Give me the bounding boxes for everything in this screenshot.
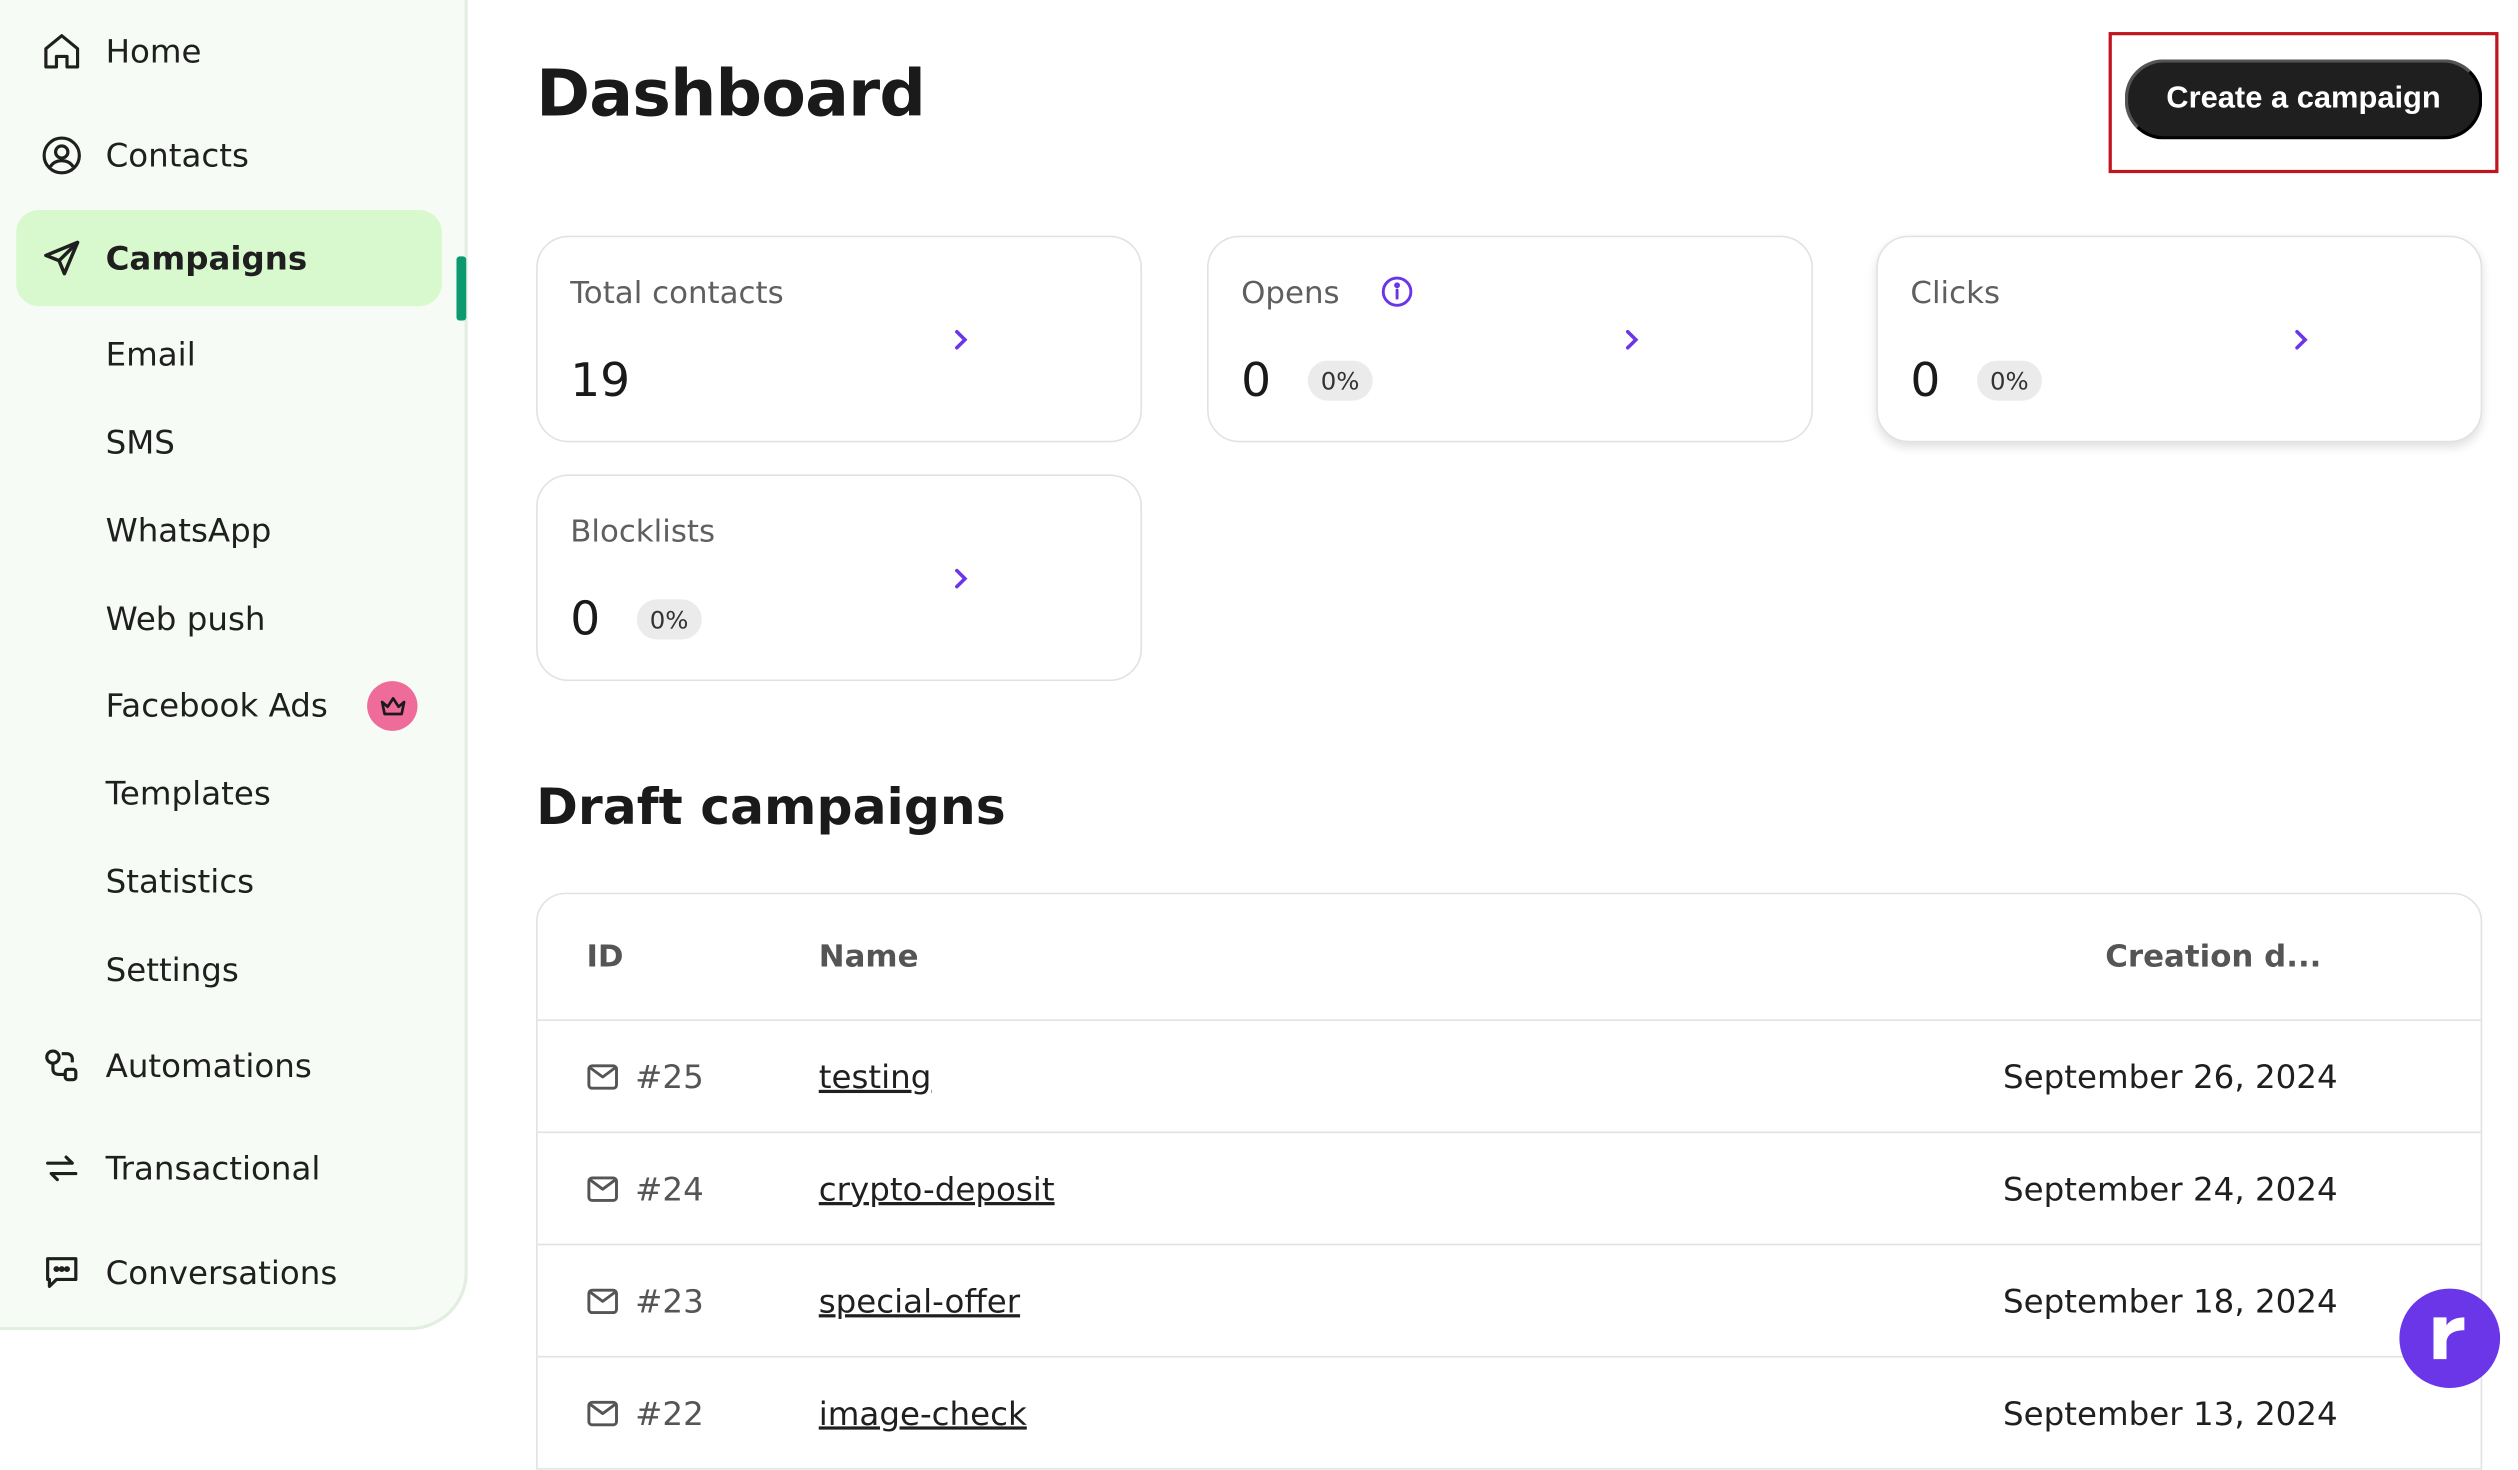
card-title: Blocklists xyxy=(570,514,716,550)
table-row: #25 testing September 26, 2024 xyxy=(537,1019,2481,1131)
create-campaign-button[interactable]: Create a campaign xyxy=(2124,59,2483,140)
sidebar-item-label: Campaigns xyxy=(105,238,308,278)
card-title: Clicks xyxy=(1910,275,2001,311)
sidebar-item-automations[interactable]: Automations xyxy=(16,1018,442,1114)
percent-badge: 0% xyxy=(636,599,702,640)
chat-logo-icon xyxy=(2433,1317,2465,1360)
column-header-creation-date[interactable]: Creation d... xyxy=(2105,939,2321,974)
column-header-name[interactable]: Name xyxy=(819,939,919,974)
home-icon xyxy=(39,29,84,74)
campaign-id: #22 xyxy=(635,1394,704,1433)
sidebar-subitem-web-push[interactable]: Web push xyxy=(106,595,266,643)
clicks-card[interactable]: Clicks 0 0% xyxy=(1876,235,2483,443)
campaign-id: #25 xyxy=(635,1057,704,1097)
table-row: #22 image-check September 13, 2024 xyxy=(537,1355,2481,1468)
conversations-icon xyxy=(39,1250,84,1295)
sidebar-item-transactional[interactable]: Transactional xyxy=(16,1120,442,1216)
blocklists-card[interactable]: Blocklists 0 0% xyxy=(536,474,1143,682)
percent-badge: 0% xyxy=(1307,360,1373,401)
chat-widget-button[interactable] xyxy=(2399,1288,2501,1388)
table-row: #24 crypto-deposit September 24, 2024 xyxy=(537,1131,2481,1244)
campaign-name-link[interactable]: special-offer xyxy=(819,1282,1020,1320)
card-title: Total contacts xyxy=(570,275,784,311)
campaign-name-link[interactable]: testing xyxy=(819,1058,932,1096)
sidebar-item-campaigns[interactable]: Campaigns xyxy=(16,209,442,307)
sidebar-subitem-email[interactable]: Email xyxy=(106,330,196,378)
campaign-name-link[interactable]: crypto-deposit xyxy=(819,1170,1055,1208)
campaign-name-link[interactable]: image-check xyxy=(819,1394,1027,1432)
campaign-id: #23 xyxy=(635,1282,704,1321)
mail-icon xyxy=(587,1288,618,1315)
page-title: Dashboard xyxy=(536,57,926,132)
crown-icon xyxy=(367,681,418,731)
sidebar-item-conversations[interactable]: Conversations xyxy=(16,1224,442,1320)
info-icon[interactable] xyxy=(1381,276,1413,308)
mail-icon xyxy=(587,1400,618,1427)
opens-card[interactable]: Opens 0 0% xyxy=(1207,235,1813,443)
chevron-right-icon xyxy=(1625,329,1639,350)
draft-campaigns-title: Draft campaigns xyxy=(536,778,1006,837)
chevron-right-icon xyxy=(955,568,968,589)
sidebar-subitem-settings[interactable]: Settings xyxy=(106,946,239,994)
campaign-date: September 24, 2024 xyxy=(2003,1169,2338,1209)
send-icon xyxy=(39,236,84,281)
campaign-date: September 18, 2024 xyxy=(2003,1282,2338,1321)
sidebar-subitem-facebook-ads[interactable]: Facebook Ads xyxy=(106,681,328,729)
sidebar-item-label: Transactional xyxy=(105,1149,321,1188)
chevron-right-icon xyxy=(955,329,968,350)
sidebar-item-label: Contacts xyxy=(105,136,249,175)
draft-campaigns-table: ID Name Creation d... #25 testing Septem… xyxy=(536,892,2483,1470)
sidebar-subitem-templates[interactable]: Templates xyxy=(106,769,271,817)
chevron-right-icon xyxy=(2295,329,2308,350)
table-row: #23 special-offer September 18, 2024 xyxy=(537,1243,2481,1356)
sidebar-item-label: Home xyxy=(105,32,202,71)
card-title: Opens xyxy=(1241,275,1340,311)
column-header-id[interactable]: ID xyxy=(586,939,623,974)
sidebar-subitem-whatsapp[interactable]: WhatsApp xyxy=(106,506,272,554)
sidebar-subitem-sms[interactable]: SMS xyxy=(106,418,175,466)
campaign-id: #24 xyxy=(635,1169,704,1209)
contacts-icon xyxy=(39,133,84,178)
transactional-icon xyxy=(39,1146,84,1191)
card-value: 0 xyxy=(1910,352,1941,408)
campaign-date: September 13, 2024 xyxy=(2003,1394,2338,1433)
card-value: 0 xyxy=(570,591,601,646)
sidebar-subitem-statistics[interactable]: Statistics xyxy=(106,857,255,905)
card-value: 0 xyxy=(1241,352,1272,408)
automations-icon xyxy=(39,1043,84,1088)
mail-icon xyxy=(587,1176,618,1202)
percent-badge: 0% xyxy=(1977,360,2042,401)
sidebar-item-contacts[interactable]: Contacts xyxy=(16,107,442,203)
card-value: 19 xyxy=(570,352,631,408)
mail-icon xyxy=(587,1064,618,1090)
campaign-date: September 26, 2024 xyxy=(2003,1057,2338,1097)
sidebar-item-label: Automations xyxy=(105,1046,312,1086)
sidebar-item-home[interactable]: Home xyxy=(16,3,442,99)
active-indicator xyxy=(456,256,467,321)
total-contacts-card[interactable]: Total contacts 19 xyxy=(536,235,1143,443)
sidebar-item-label: Conversations xyxy=(105,1253,338,1292)
